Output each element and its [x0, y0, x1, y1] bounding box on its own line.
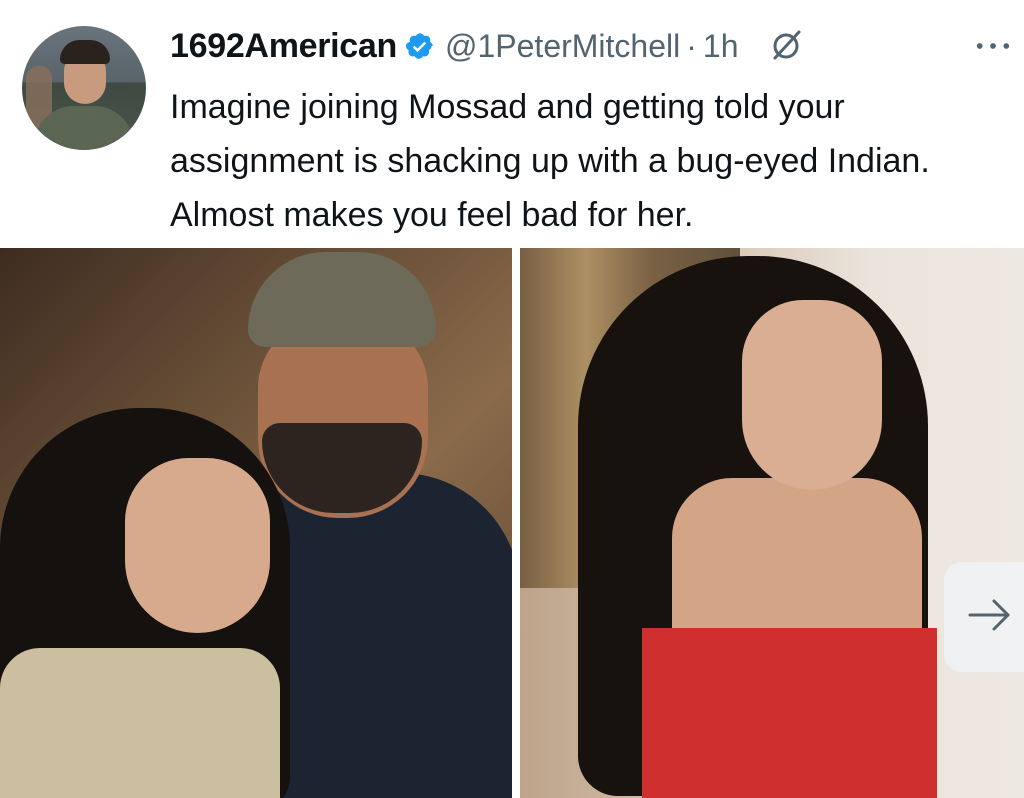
- media-gallery: [0, 248, 1024, 798]
- avatar-hair: [60, 40, 110, 64]
- media-next-button[interactable]: [944, 562, 1024, 672]
- media-photo-1[interactable]: [0, 248, 512, 798]
- verified-badge-icon: [405, 31, 435, 61]
- tweet-text: Imagine joining Mossad and getting told …: [170, 88, 930, 234]
- avatar[interactable]: [22, 26, 146, 150]
- photo-shape: [742, 300, 882, 490]
- photo-shape: [0, 648, 280, 798]
- tweet: 1692American @1PeterMitchell · 1h Imagin…: [0, 0, 1024, 798]
- photo-shape: [672, 478, 922, 648]
- post-time[interactable]: 1h: [703, 28, 739, 65]
- author-handle[interactable]: @1PeterMitchell: [445, 28, 680, 65]
- photo-shape: [248, 252, 436, 347]
- grok-icon[interactable]: [768, 28, 804, 64]
- media-photo-2[interactable]: [520, 248, 1024, 798]
- display-name[interactable]: 1692American: [170, 27, 397, 66]
- arrow-right-icon: [964, 589, 1016, 646]
- tweet-header: 1692American @1PeterMitchell · 1h: [170, 24, 804, 68]
- separator-dot: ·: [686, 27, 697, 64]
- more-options-ellipsis-icon[interactable]: [968, 24, 1018, 68]
- photo-shape: [125, 458, 270, 633]
- photo-shape: [642, 628, 937, 798]
